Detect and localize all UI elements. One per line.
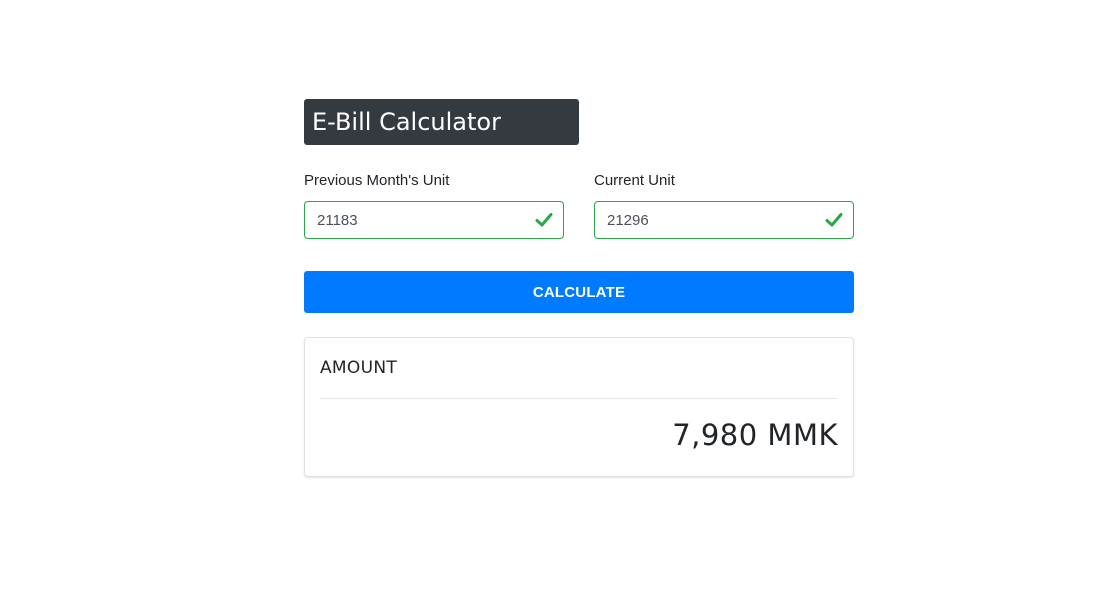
amount-heading: AMOUNT [320,358,398,378]
previous-unit-input[interactable] [305,202,517,238]
current-unit-label: Current Unit [594,172,675,189]
previous-unit-label: Previous Month's Unit [304,172,450,189]
amount-value: 7,980 MMK [672,418,838,452]
previous-unit-field [304,201,564,239]
check-icon [535,213,553,227]
ebill-calculator-page: E-Bill Calculator Previous Month's Unit … [0,0,1095,591]
current-unit-input[interactable] [595,202,807,238]
page-title: E-Bill Calculator [304,99,579,145]
calculate-button[interactable]: CALCULATE [304,271,854,313]
amount-card: AMOUNT 7,980 MMK [304,337,854,477]
current-unit-field [594,201,854,239]
check-icon [825,213,843,227]
amount-divider [320,398,838,399]
